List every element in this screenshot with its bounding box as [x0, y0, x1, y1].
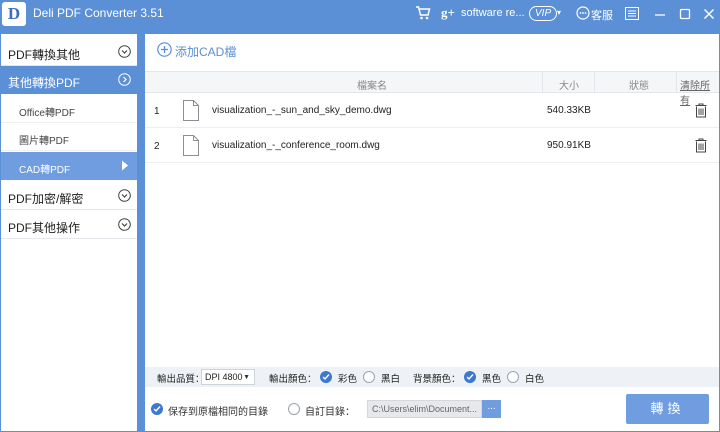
- triangle-right-icon: [122, 160, 128, 171]
- output-path-input[interactable]: C:\Users\elim\Document...: [367, 400, 482, 418]
- column-filename: 檔案名: [357, 81, 387, 92]
- bg-color-label: 背景顏色：: [413, 374, 461, 385]
- google-plus-icon[interactable]: g+: [441, 5, 455, 21]
- bg-white-radio[interactable]: [507, 371, 519, 383]
- save-same-dir-radio[interactable]: [151, 403, 163, 415]
- save-same-dir-label: 保存到原檔相同的目錄: [168, 407, 268, 418]
- sidebar-subitem-image-to-pdf[interactable]: 圖片轉PDF: [1, 123, 137, 151]
- sidebar-subitem-office-to-pdf[interactable]: Office轉PDF: [1, 95, 137, 123]
- column-size: 大小: [559, 81, 579, 92]
- chevron-right-icon: [118, 73, 131, 86]
- sidebar-item-pdf-encrypt[interactable]: PDF加密/解密: [1, 182, 137, 210]
- sidebar-subitem-label: CAD轉PDF: [19, 165, 71, 176]
- chevron-down-icon: [118, 218, 131, 231]
- row-filesize: 540.33KB: [547, 105, 591, 116]
- bg-black-label: 黑色: [482, 374, 502, 385]
- column-status: 狀態: [629, 81, 649, 92]
- customer-service-link[interactable]: 客服: [591, 7, 613, 23]
- title-bar: D Deli PDF Converter 3.51 g+ software re…: [0, 0, 720, 28]
- convert-button[interactable]: 轉換: [626, 394, 709, 424]
- check-icon: [153, 406, 161, 413]
- trash-icon[interactable]: [695, 103, 707, 118]
- app-logo: D: [2, 2, 26, 26]
- menu-icon[interactable]: [625, 7, 639, 20]
- output-color-label: 輸出顏色：: [269, 374, 317, 385]
- vip-badge[interactable]: VIP: [529, 6, 558, 21]
- row-filename: visualization_-_sun_and_sky_demo.dwg: [212, 105, 392, 116]
- custom-dir-label: 自訂目錄：: [305, 407, 355, 418]
- check-icon: [322, 374, 330, 381]
- bg-white-label: 白色: [525, 374, 545, 385]
- trash-icon[interactable]: [695, 138, 707, 153]
- sidebar-item-pdf-other-ops[interactable]: PDF其他操作: [1, 211, 137, 239]
- row-filesize: 950.91KB: [547, 140, 591, 151]
- cart-icon[interactable]: [415, 5, 431, 21]
- row-index: 1: [154, 106, 160, 117]
- chevron-down-icon[interactable]: ▾: [557, 8, 561, 17]
- sidebar: PDF轉換其他 其他轉換PDF Office轉PDF 圖片轉PDF CAD轉PD…: [1, 34, 137, 431]
- sidebar-item-pdf-to-other[interactable]: PDF轉換其他: [1, 38, 137, 66]
- quality-value: DPI 4800: [205, 372, 243, 382]
- output-options-bar: 輸出品質： DPI 4800 ▼ 輸出顏色： 彩色 黑白 背景顏色： 黑色 白色: [145, 367, 719, 387]
- custom-dir-radio[interactable]: [288, 403, 300, 415]
- bg-black-radio[interactable]: [464, 371, 476, 383]
- file-icon: [183, 135, 199, 156]
- sidebar-item-label: 其他轉換PDF: [8, 76, 81, 90]
- sidebar-subitem-cad-to-pdf[interactable]: CAD轉PDF: [1, 152, 137, 180]
- chevron-down-icon: [118, 189, 131, 202]
- row-filename: visualization_-_conference_room.dwg: [212, 140, 380, 151]
- sidebar-item-other-to-pdf[interactable]: 其他轉換PDF: [1, 66, 137, 94]
- color-option-label: 彩色: [338, 374, 358, 385]
- chevron-down-icon: [118, 45, 131, 58]
- column-divider: [594, 72, 595, 93]
- quality-label: 輸出品質：: [157, 374, 205, 385]
- minimize-icon[interactable]: [653, 7, 667, 21]
- chat-bubble-icon[interactable]: [576, 6, 590, 20]
- file-icon: [183, 100, 199, 121]
- row-index: 2: [154, 141, 160, 152]
- column-divider: [542, 72, 543, 93]
- quality-select[interactable]: DPI 4800 ▼: [201, 369, 255, 385]
- color-radio[interactable]: [320, 371, 332, 383]
- close-icon[interactable]: [702, 7, 716, 21]
- table-row[interactable]: 1 visualization_-_sun_and_sky_demo.dwg 5…: [145, 94, 719, 128]
- table-row[interactable]: 2 visualization_-_conference_room.dwg 95…: [145, 129, 719, 163]
- main-panel: 添加CAD檔 檔案名 大小 狀態 清除所有 1 visualization_-_…: [145, 34, 719, 431]
- bw-radio[interactable]: [363, 371, 375, 383]
- bw-option-label: 黑白: [381, 374, 401, 385]
- sidebar-subitem-label: 圖片轉PDF: [19, 136, 69, 147]
- file-table-header: 檔案名 大小 狀態 清除所有: [145, 71, 719, 107]
- browse-button[interactable]: ...: [482, 400, 501, 418]
- sidebar-item-label: PDF加密/解密: [8, 192, 84, 206]
- column-divider: [676, 72, 677, 93]
- maximize-icon[interactable]: [678, 7, 692, 21]
- sidebar-subitem-label: Office轉PDF: [19, 108, 75, 119]
- sidebar-item-label: PDF轉換其他: [8, 48, 81, 62]
- plus-circle-icon: [157, 42, 172, 57]
- chevron-down-icon: ▼: [243, 374, 250, 381]
- add-cad-file-label: 添加CAD檔: [175, 45, 237, 59]
- sidebar-item-label: PDF其他操作: [8, 221, 81, 235]
- check-icon: [466, 374, 474, 381]
- user-name[interactable]: software re...: [461, 7, 525, 19]
- app-title: Deli PDF Converter 3.51: [33, 6, 164, 20]
